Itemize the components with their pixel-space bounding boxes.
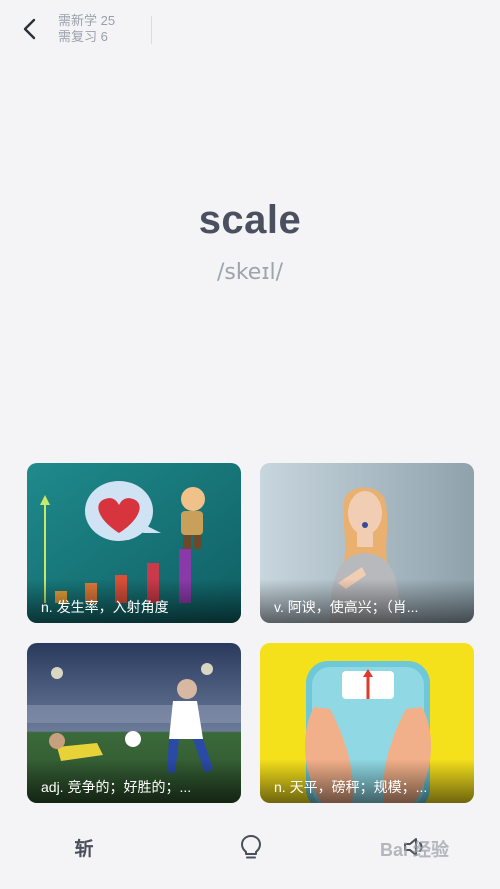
back-button[interactable]	[18, 16, 44, 42]
card-caption: n. 天平，磅秤；规模；...	[260, 759, 474, 803]
watermark: Bai 经验	[380, 840, 450, 860]
option-card-1[interactable]: n. 发生率，入射角度	[27, 463, 241, 623]
progress-counts: 需新学 25 需复习 6	[58, 13, 115, 45]
review-count: 需复习 6	[58, 29, 108, 44]
word-title: scale	[198, 198, 302, 242]
card-caption: v. 阿谀，使高兴；（肖...	[260, 579, 474, 623]
chevron-left-icon	[23, 18, 36, 40]
option-card-2[interactable]: v. 阿谀，使高兴；（肖...	[260, 463, 474, 623]
new-count: 需新学 25	[58, 13, 116, 28]
header: 需新学 25 需复习 6	[0, 0, 500, 56]
option-card-3[interactable]: adj. 竞争的；好胜的；...	[27, 643, 241, 803]
card-caption: n. 发生率，入射角度	[27, 579, 241, 623]
word-phonetic[interactable]: /skeɪl/	[0, 260, 500, 285]
card-caption: adj. 竞争的；好胜的；...	[27, 759, 241, 803]
kill-word-button[interactable]: 斩	[68, 832, 100, 862]
header-divider	[151, 16, 152, 44]
lightbulb-icon	[241, 835, 261, 859]
option-card-4[interactable]: n. 天平，磅秤；规模；...	[260, 643, 474, 803]
hint-button[interactable]	[236, 832, 266, 862]
